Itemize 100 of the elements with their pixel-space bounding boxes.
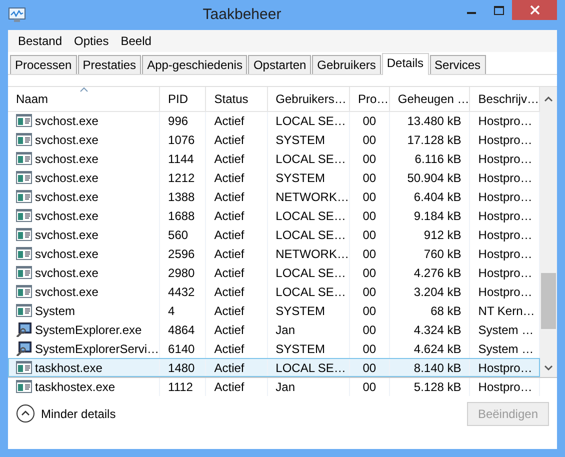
window-icon — [16, 284, 32, 299]
process-name[interactable]: System — [35, 302, 76, 320]
table-cell: 6.404 kB — [389, 187, 470, 206]
window-icon — [16, 208, 32, 223]
collapse-icon[interactable] — [16, 404, 35, 423]
process-name[interactable]: svchost.exe — [35, 244, 98, 262]
window-icon — [16, 189, 32, 204]
table-cell: 560 — [160, 225, 206, 244]
table-cell: 00 — [349, 320, 390, 339]
process-name[interactable]: taskhostex.exe — [35, 378, 116, 396]
table-cell: Hostpro… — [470, 358, 540, 377]
table-cell: 4 — [160, 301, 206, 320]
table-cell: 00 — [349, 358, 390, 377]
table-cell: LOCAL SE… — [267, 282, 350, 301]
process-name[interactable]: SystemExplorerServi… — [35, 340, 159, 358]
close-icon — [530, 5, 540, 15]
close-button[interactable] — [512, 0, 557, 20]
table-cell: 4432 — [160, 282, 206, 301]
table-cell: 1388 — [160, 187, 206, 206]
scroll-down-icon[interactable] — [544, 365, 553, 371]
menu-item[interactable]: Bestand — [12, 32, 68, 50]
table-cell: Actief — [206, 244, 268, 263]
process-name[interactable]: svchost.exe — [35, 226, 98, 244]
table-cell: LOCAL SE… — [267, 263, 350, 282]
table-cell: 4.324 kB — [389, 320, 470, 339]
process-name[interactable]: svchost.exe — [35, 168, 98, 186]
monitor-magnifier-icon — [16, 322, 32, 337]
scroll-up-icon[interactable] — [544, 96, 553, 102]
menu-item[interactable]: Beeld — [114, 32, 158, 50]
column-header[interactable]: Gebruikers… — [267, 87, 350, 111]
process-name[interactable]: svchost.exe — [35, 150, 98, 168]
tab[interactable]: Prestaties — [78, 55, 142, 74]
table-cell: Actief — [206, 111, 268, 130]
table-cell: Actief — [206, 301, 268, 320]
table-cell: 4.624 kB — [389, 339, 470, 358]
table-cell: 1212 — [160, 168, 206, 187]
process-name[interactable]: SystemExplorer.exe — [35, 320, 142, 338]
process-name[interactable]: svchost.exe — [35, 188, 98, 206]
maximize-icon — [494, 6, 504, 14]
table-cell: 1480 — [160, 358, 206, 377]
table-cell: LOCAL SE… — [267, 206, 350, 225]
window-icon — [16, 265, 32, 280]
window-icon — [16, 151, 32, 166]
table-cell: SYSTEM — [267, 130, 350, 149]
table-cell: 00 — [349, 377, 390, 396]
menu-item[interactable]: Opties — [68, 32, 115, 50]
window-icon — [16, 227, 32, 242]
fewer-details-link[interactable]: Minder details — [41, 404, 116, 422]
table-cell: 00 — [349, 206, 390, 225]
table-cell: 00 — [349, 301, 390, 320]
process-name[interactable]: svchost.exe — [35, 282, 98, 300]
window-icon — [16, 113, 32, 128]
table-cell: Hostpro… — [470, 377, 540, 396]
scrollbar[interactable] — [540, 87, 557, 377]
scroll-thumb[interactable] — [541, 273, 556, 329]
table-cell: 3.204 kB — [389, 282, 470, 301]
tab[interactable]: App-geschiedenis — [142, 55, 248, 74]
table-cell: Actief — [206, 187, 268, 206]
table-cell: 00 — [349, 339, 390, 358]
table-cell: 00 — [349, 130, 390, 149]
table-cell: 8.140 kB — [389, 358, 470, 377]
table-cell: NETWORK… — [267, 244, 350, 263]
process-name[interactable]: svchost.exe — [35, 264, 98, 282]
table-cell: 50.904 kB — [389, 168, 470, 187]
process-name[interactable]: svchost.exe — [35, 130, 98, 148]
column-header[interactable]: Status — [206, 87, 268, 111]
table-cell: Actief — [206, 168, 268, 187]
table-cell: 17.128 kB — [389, 130, 470, 149]
table-cell: Actief — [206, 339, 268, 358]
table-cell: 00 — [349, 225, 390, 244]
table-cell: 68 kB — [389, 301, 470, 320]
tab[interactable]: Services — [430, 55, 486, 74]
table-cell: Jan — [267, 320, 350, 339]
tab[interactable]: Gebruikers — [312, 55, 381, 74]
table-cell: SYSTEM — [267, 339, 350, 358]
table-cell: 00 — [349, 168, 390, 187]
tab[interactable]: Processen — [10, 55, 77, 74]
table-cell: Actief — [206, 130, 268, 149]
table-cell: Actief — [206, 225, 268, 244]
process-name[interactable]: svchost.exe — [35, 206, 98, 224]
window-icon — [16, 246, 32, 261]
table-cell: 1688 — [160, 206, 206, 225]
window-icon — [16, 360, 32, 375]
column-header[interactable]: Geheugen … — [389, 87, 470, 111]
table-cell: LOCAL SE… — [267, 111, 350, 130]
table-cell: 9.184 kB — [389, 206, 470, 225]
column-header[interactable]: Naam — [8, 87, 160, 111]
table-cell: NETWORK… — [267, 187, 350, 206]
table-cell: 5.128 kB — [389, 377, 470, 396]
table-cell: 00 — [349, 282, 390, 301]
column-header[interactable]: Pro… — [349, 87, 390, 111]
tab[interactable]: Details — [382, 53, 429, 75]
table-cell: LOCAL SE… — [267, 225, 350, 244]
column-header[interactable]: PID — [160, 87, 206, 111]
table-cell: 4864 — [160, 320, 206, 339]
process-name[interactable]: svchost.exe — [35, 112, 98, 130]
window-icon — [16, 132, 32, 147]
monitor-magnifier-icon — [16, 341, 32, 356]
table-cell: Actief — [206, 358, 268, 377]
tab[interactable]: Opstarten — [248, 55, 312, 74]
